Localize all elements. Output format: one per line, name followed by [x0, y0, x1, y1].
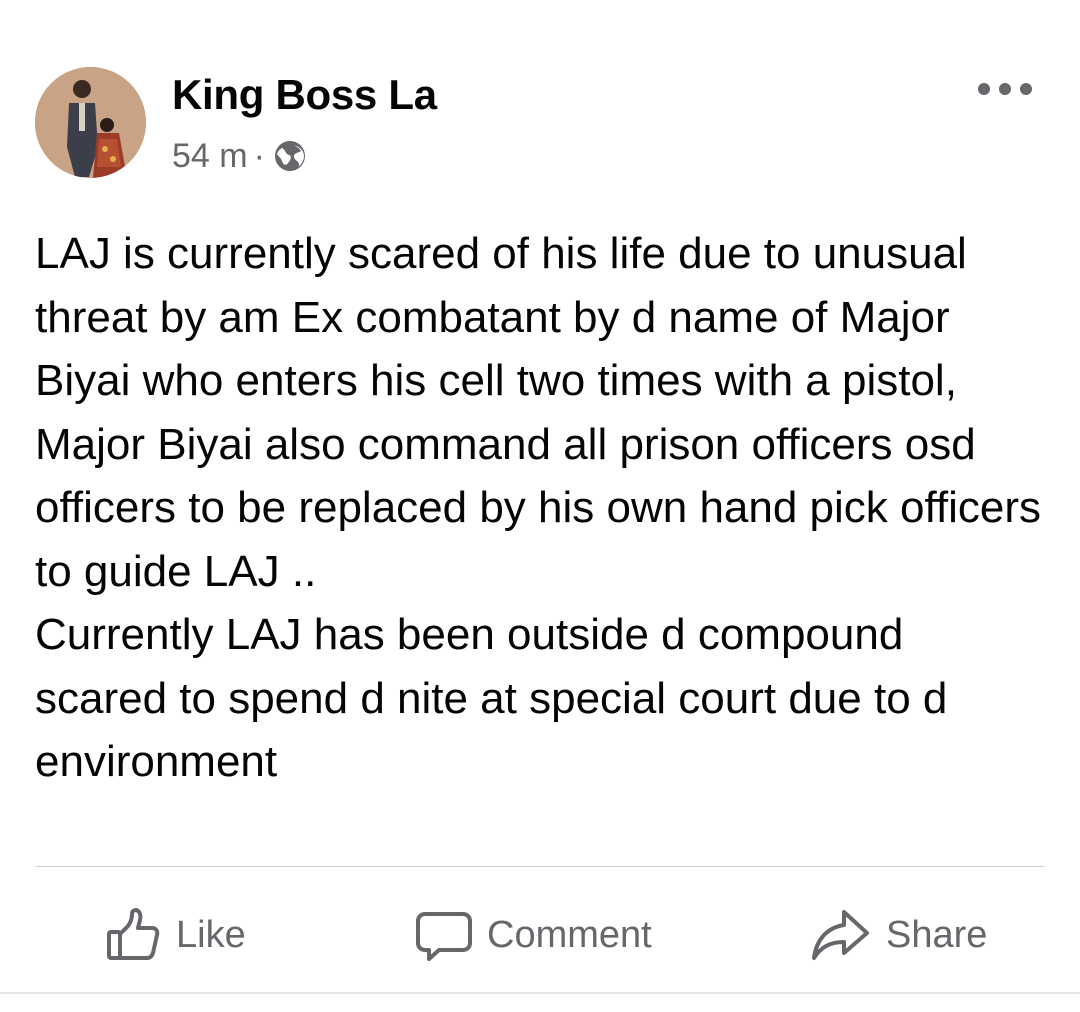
- share-label: Share: [886, 913, 988, 956]
- post-paragraph: LAJ is currently scared of his life due …: [35, 229, 1042, 596]
- author-avatar[interactable]: [35, 67, 146, 178]
- share-button[interactable]: Share: [810, 895, 987, 975]
- more-dot: [1020, 83, 1032, 95]
- like-button[interactable]: Like: [104, 895, 246, 975]
- globe-icon[interactable]: [273, 139, 307, 173]
- more-dot: [999, 83, 1011, 95]
- post-time[interactable]: 54 m: [172, 137, 248, 176]
- comment-label: Comment: [487, 913, 652, 956]
- author-name[interactable]: King Boss La: [172, 70, 437, 120]
- thumbs-up-icon: [107, 908, 160, 960]
- action-bar-divider: [35, 866, 1045, 867]
- like-label: Like: [176, 913, 246, 956]
- post-bottom-border: [0, 992, 1080, 994]
- more-options-icon[interactable]: [978, 76, 1032, 102]
- comment-button[interactable]: Comment: [415, 895, 652, 975]
- share-arrow-icon: [812, 910, 869, 960]
- meta-separator: ·: [253, 136, 265, 175]
- comment-bubble-icon: [416, 912, 472, 961]
- avatar-photo: [35, 67, 146, 178]
- post-meta: 54 m ·: [172, 136, 307, 176]
- post-text: LAJ is currently scared of his life due …: [35, 222, 1045, 794]
- more-dot: [978, 83, 990, 95]
- post-paragraph: Currently LAJ has been outside d compoun…: [35, 610, 948, 786]
- post-action-bar: Like Comment Share: [0, 895, 1080, 975]
